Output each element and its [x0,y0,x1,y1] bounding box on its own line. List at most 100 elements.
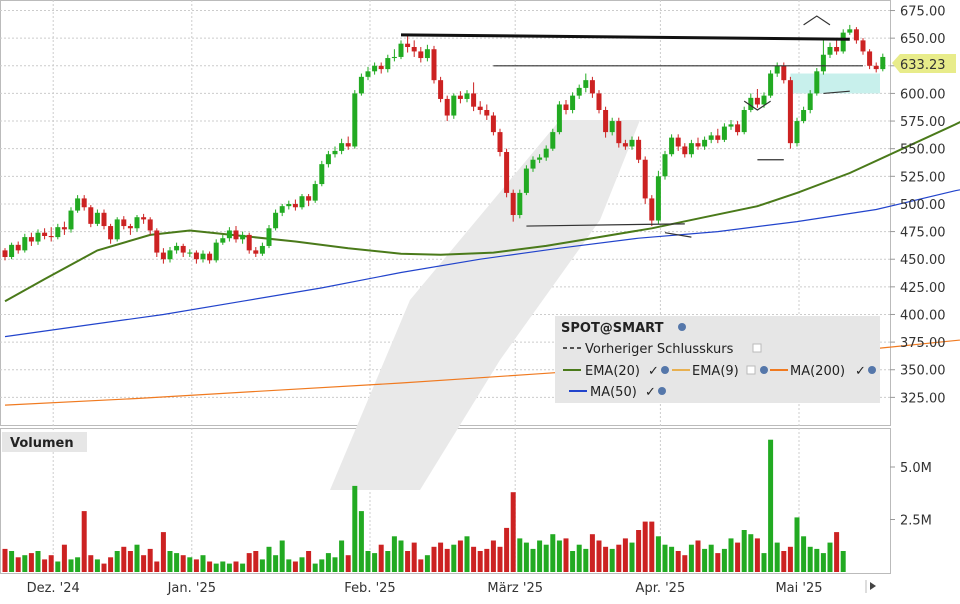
x-tick-label: März '25 [487,581,543,596]
volume-bar [259,559,265,572]
candle-body [332,150,338,155]
volume-bar [253,551,259,572]
volume-bar [504,527,510,572]
volume-bar [352,485,358,572]
volume-bar [42,559,48,572]
candle-body [160,252,166,260]
volume-title: Volumen [10,436,74,451]
candle-body [75,198,81,211]
candle-body [471,93,477,107]
y-tick-label: 475.00 [900,226,946,241]
candle-body [266,228,272,246]
candle-body [167,250,173,260]
volume-bar [636,530,642,572]
candle-body [603,110,609,133]
volume-bar [563,538,569,572]
candle-body [827,47,833,55]
volume-bar [510,492,516,572]
volume-bar [682,555,688,572]
y-tick-label: 675.00 [900,5,946,20]
volume-bar [2,548,8,572]
volume-bar [834,532,840,572]
volume-bar [787,546,793,572]
volume-bar [385,551,391,572]
ema9-settings-icon[interactable] [760,366,768,374]
volume-bar [273,555,279,572]
volume-bar [358,511,364,572]
scroll-right-arrow[interactable] [865,580,876,593]
volume-bar [75,557,81,572]
ma200-check-icon[interactable]: ✓ [855,364,866,379]
candle-body [563,104,569,110]
ema20-check-icon[interactable]: ✓ [648,364,659,379]
globe-icon[interactable] [678,323,686,331]
candle-body [22,237,28,251]
candle-body [550,132,556,149]
volume-bar [589,534,595,572]
volume-bar [444,548,450,572]
y-tick-label: 500.00 [900,198,946,213]
x-tick-label: Apr. '25 [636,581,686,596]
candle-body [807,93,813,110]
volume-bar [761,553,767,572]
candle-body [286,203,292,207]
ema9-checkbox[interactable] [746,365,756,375]
candle-body [312,184,318,201]
legend-ma50: MA(50) [590,385,637,400]
prev-close-checkbox[interactable] [752,343,762,353]
candle-body [226,230,232,239]
x-tick-label: Jan. '25 [167,581,216,596]
volume-bar [490,540,496,572]
volume-bar [669,546,675,572]
candle-body [141,217,147,220]
volume-bar [616,544,622,572]
x-tick-label: Mai '25 [775,581,822,596]
candle-body [61,227,67,230]
volume-bar [200,555,206,572]
volume-bar [695,540,701,572]
legend-symbol: SPOT@SMART [561,321,664,336]
volume-bar [299,557,305,572]
volume-bar [655,536,661,572]
candle-body [649,198,655,221]
volume-bar [807,546,813,572]
volume-bar [372,553,378,572]
volume-bar [411,542,417,572]
volume-bar [629,542,635,572]
volume-bar [405,551,411,572]
volume-bar [721,548,727,572]
candle-body [418,51,424,59]
candle-body [187,252,193,254]
volume-bar [550,534,556,572]
volume-bar [820,553,826,572]
volume-bar [226,563,232,572]
candle-body [292,203,298,208]
volume-bar [160,532,166,572]
candle-body [642,159,648,199]
candle-body [319,164,325,185]
candle-body [35,232,41,242]
volume-bar [114,551,120,572]
candle-body [880,56,886,70]
candles [2,24,886,264]
ma50-settings-icon[interactable] [658,387,666,395]
candle-body [444,98,450,116]
volume-bar [517,538,523,572]
ma50-check-icon[interactable]: ✓ [645,385,656,400]
volume-bar [68,559,74,572]
ma200-settings-icon[interactable] [868,366,876,374]
candle-body [484,110,490,116]
chart-canvas: 675.00650.00625.00600.00575.00550.00525.… [0,0,960,596]
candle-body [438,80,444,99]
candle-body [279,206,285,213]
candle-body [715,135,721,140]
candle-body [840,32,846,52]
volume-bar [570,551,576,572]
volume-bar [22,555,28,572]
candle-body [596,93,602,110]
volume-bar [187,557,193,572]
ema20-settings-icon[interactable] [661,366,669,374]
candle-body [583,80,589,88]
volume-bar [345,555,351,572]
candle-body [220,238,226,243]
